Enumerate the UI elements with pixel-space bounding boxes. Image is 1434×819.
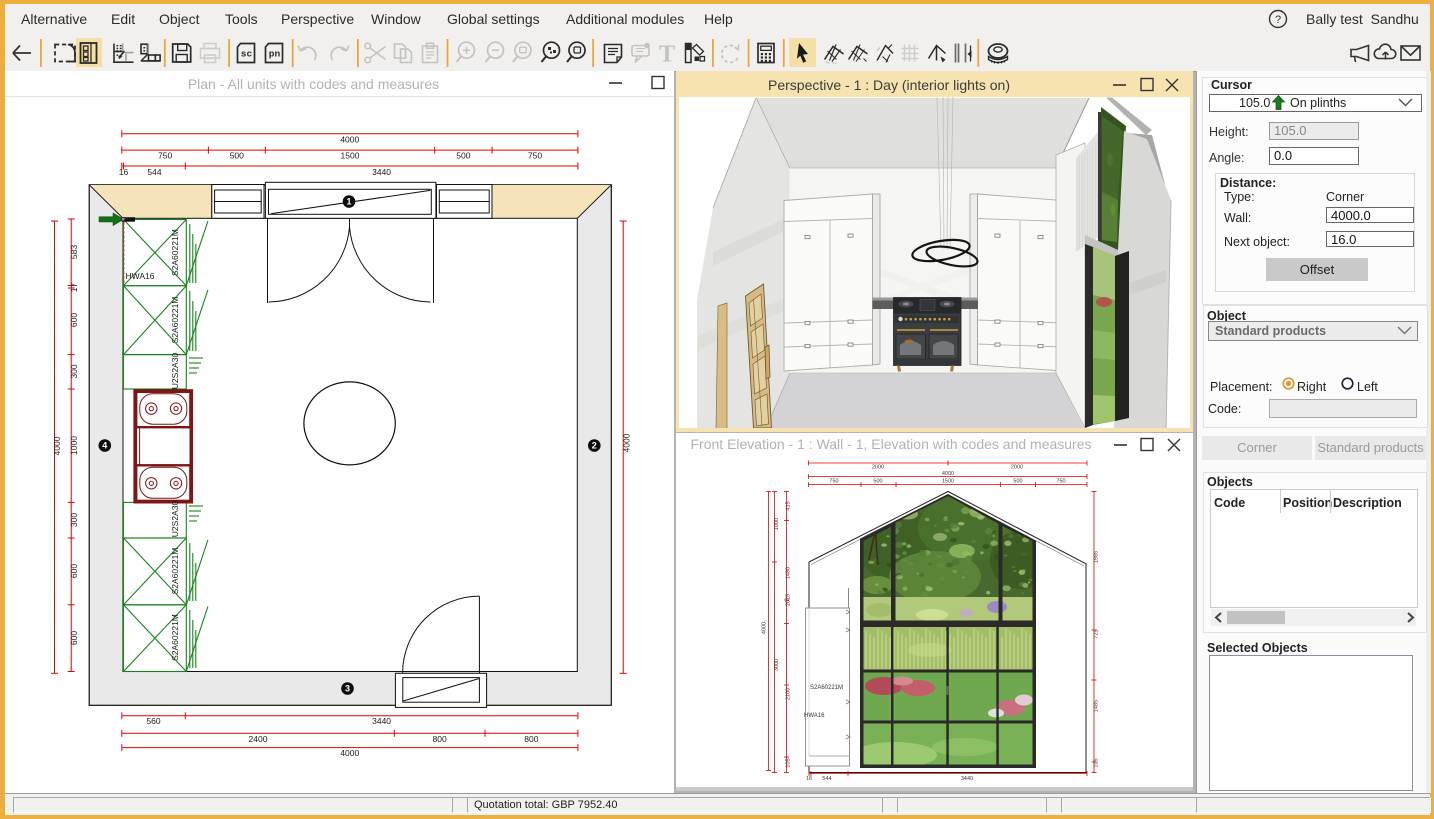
svg-text:S2A60221M: S2A60221M: [810, 685, 843, 691]
svg-text:1985: 1985: [1094, 551, 1100, 563]
svg-text:800: 800: [524, 734, 538, 744]
svg-text:4000: 4000: [942, 471, 954, 477]
svg-text:500: 500: [1013, 479, 1022, 485]
svg-text:3440: 3440: [961, 776, 973, 782]
svg-text:sc: sc: [241, 49, 253, 60]
svg-text:?: ?: [1275, 14, 1281, 26]
svg-text:750: 750: [829, 479, 838, 485]
svg-text:3440: 3440: [372, 167, 391, 177]
svg-text:105: 105: [1094, 758, 1100, 767]
svg-text:16: 16: [806, 776, 812, 782]
svg-text:4000: 4000: [622, 433, 632, 452]
svg-text:600: 600: [69, 564, 79, 578]
svg-text:1480: 1480: [786, 567, 792, 579]
svg-text:1000: 1000: [69, 436, 79, 455]
svg-text:U2S2A30: U2S2A30: [170, 501, 180, 538]
svg-text:800: 800: [433, 734, 447, 744]
svg-text:4000: 4000: [762, 622, 768, 634]
svg-text:105: 105: [786, 758, 792, 767]
svg-text:4000: 4000: [340, 748, 359, 758]
svg-text:500: 500: [230, 151, 244, 161]
svg-text:3: 3: [345, 684, 350, 694]
svg-text:1500: 1500: [942, 479, 954, 485]
svg-text:S2A60221M: S2A60221M: [170, 614, 180, 661]
svg-text:600: 600: [69, 631, 79, 645]
svg-text:750: 750: [1056, 479, 1065, 485]
svg-text:HWA16: HWA16: [804, 713, 825, 719]
svg-text:2100: 2100: [786, 688, 792, 700]
svg-text:U2S2A30: U2S2A30: [170, 353, 180, 390]
svg-text:583: 583: [69, 245, 79, 259]
svg-text:3440: 3440: [372, 716, 391, 726]
svg-text:1: 1: [346, 197, 351, 207]
svg-text:2400: 2400: [249, 734, 268, 744]
svg-text:500: 500: [456, 151, 470, 161]
svg-text:S2A60221M: S2A60221M: [170, 229, 180, 276]
svg-text:750: 750: [528, 151, 542, 161]
svg-text:2015: 2015: [786, 594, 792, 606]
svg-text:HWA16: HWA16: [126, 271, 155, 281]
svg-text:4000: 4000: [52, 436, 62, 455]
svg-text:3000: 3000: [774, 659, 780, 671]
svg-text:544: 544: [822, 776, 831, 782]
svg-text:S2A60221M: S2A60221M: [170, 297, 180, 344]
svg-text:1000: 1000: [774, 518, 780, 530]
svg-text:560: 560: [146, 716, 160, 726]
svg-text:4: 4: [102, 441, 107, 451]
svg-text:1485: 1485: [1094, 700, 1100, 712]
svg-text:17: 17: [69, 283, 79, 293]
svg-text:600: 600: [69, 313, 79, 327]
svg-text:T: T: [659, 42, 675, 68]
svg-text:16: 16: [119, 167, 129, 177]
svg-text:pn: pn: [269, 49, 281, 60]
svg-text:S2A60221M: S2A60221M: [170, 548, 180, 595]
svg-text:500: 500: [873, 479, 882, 485]
svg-text:415: 415: [786, 501, 792, 510]
svg-text:4000: 4000: [340, 134, 359, 144]
svg-text:2000: 2000: [1011, 465, 1023, 471]
svg-text:725: 725: [1094, 629, 1100, 638]
svg-text:300: 300: [69, 364, 79, 378]
svg-text:750: 750: [158, 151, 172, 161]
svg-text:544: 544: [147, 167, 161, 177]
svg-text:300: 300: [69, 513, 79, 527]
svg-text:2: 2: [592, 441, 597, 451]
svg-text:1500: 1500: [341, 151, 360, 161]
svg-text:2000: 2000: [872, 465, 884, 471]
